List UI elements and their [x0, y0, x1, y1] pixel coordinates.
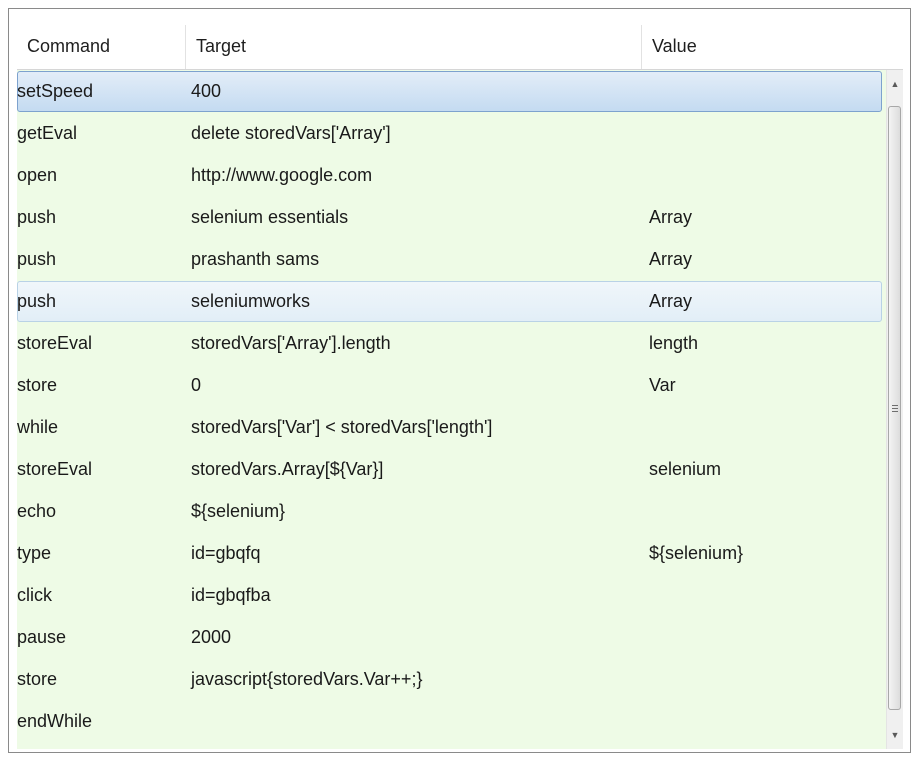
command-cell: setSpeed — [17, 81, 94, 101]
target-cell: storedVars['Array'].length — [191, 333, 391, 353]
table-row[interactable]: click id=gbqfba — [17, 575, 882, 616]
command-cell: push — [17, 291, 57, 311]
command-list: setSpeed 400 getEval delete storedVars['Arr… — [17, 70, 886, 749]
table-row[interactable]: push prashanth sams Array — [17, 239, 882, 280]
vertical-scrollbar[interactable]: ▲ ▼ — [886, 70, 903, 749]
table-row[interactable]: pause 2000 — [17, 617, 882, 658]
target-cell: id=gbqfba — [191, 585, 271, 605]
target-cell: storedVars['Var'] < storedVars['length'] — [191, 417, 493, 437]
command-cell: pause — [17, 627, 67, 647]
command-cell: type — [17, 543, 52, 563]
table-row[interactable]: storeEval storedVars['Array'].length lengt… — [17, 323, 882, 364]
value-cell: Array — [649, 291, 693, 311]
target-cell: selenium essentials — [191, 207, 349, 227]
command-cell: click — [17, 585, 52, 605]
table-row[interactable]: storeEval storedVars.Array[${Var}] seleniu… — [17, 449, 882, 490]
table-row[interactable]: echo ${selenium} — [17, 491, 882, 532]
column-header-target[interactable]: Target — [185, 25, 641, 69]
target-cell: delete storedVars['Array'] — [191, 123, 391, 143]
table-row[interactable]: getEval delete storedVars['Array'] — [17, 113, 882, 154]
table-row[interactable]: type id=gbqfq ${selenium} — [17, 533, 882, 574]
value-cell: Var — [649, 375, 676, 395]
command-cell: storeEval — [17, 333, 93, 353]
scroll-up-icon[interactable]: ▲ — [887, 74, 903, 94]
command-cell: getEval — [17, 123, 78, 143]
value-cell: Array — [649, 207, 693, 227]
command-cell: store — [17, 669, 58, 689]
target-cell: id=gbqfq — [191, 543, 261, 563]
target-cell: 0 — [191, 375, 202, 395]
table-header: Command Target Value — [17, 25, 903, 70]
value-cell: Array — [649, 249, 693, 269]
command-cell: push — [17, 249, 57, 269]
command-cell: while — [17, 417, 59, 437]
target-cell: http://www.google.com — [191, 165, 373, 185]
value-cell: ${selenium} — [649, 543, 744, 563]
target-cell: 400 — [191, 81, 222, 101]
target-cell: 2000 — [191, 627, 232, 647]
command-cell: endWhile — [17, 711, 93, 731]
table-row[interactable]: push seleniumworks Array — [17, 281, 882, 322]
command-cell: store — [17, 375, 58, 395]
value-cell: length — [649, 333, 699, 353]
target-cell: ${selenium} — [191, 501, 286, 521]
grip-icon — [892, 405, 898, 412]
target-cell: prashanth sams — [191, 249, 320, 269]
target-cell: seleniumworks — [191, 291, 311, 311]
table-row[interactable]: while storedVars['Var'] < storedVars['len… — [17, 407, 882, 448]
column-header-command[interactable]: Command — [17, 25, 185, 69]
command-cell: open — [17, 165, 58, 185]
command-cell: echo — [17, 501, 57, 521]
table-row[interactable]: endWhile — [17, 701, 882, 742]
command-cell: push — [17, 207, 57, 227]
value-cell: selenium — [649, 459, 722, 479]
target-cell: storedVars.Array[${Var}] — [191, 459, 384, 479]
table-row[interactable]: store 0 Var — [17, 365, 882, 406]
target-cell: javascript{storedVars.Var++;} — [191, 669, 423, 689]
column-header-value[interactable]: Value — [641, 25, 903, 69]
table-row[interactable]: setSpeed 400 — [17, 71, 882, 112]
command-cell: storeEval — [17, 459, 93, 479]
scroll-thumb[interactable] — [888, 106, 901, 710]
table-row[interactable]: open http://www.google.com — [17, 155, 882, 196]
table-row[interactable]: push selenium essentials Array — [17, 197, 882, 238]
scroll-down-icon[interactable]: ▼ — [887, 725, 903, 745]
table-row[interactable]: store javascript{storedVars.Var++;} — [17, 659, 882, 700]
